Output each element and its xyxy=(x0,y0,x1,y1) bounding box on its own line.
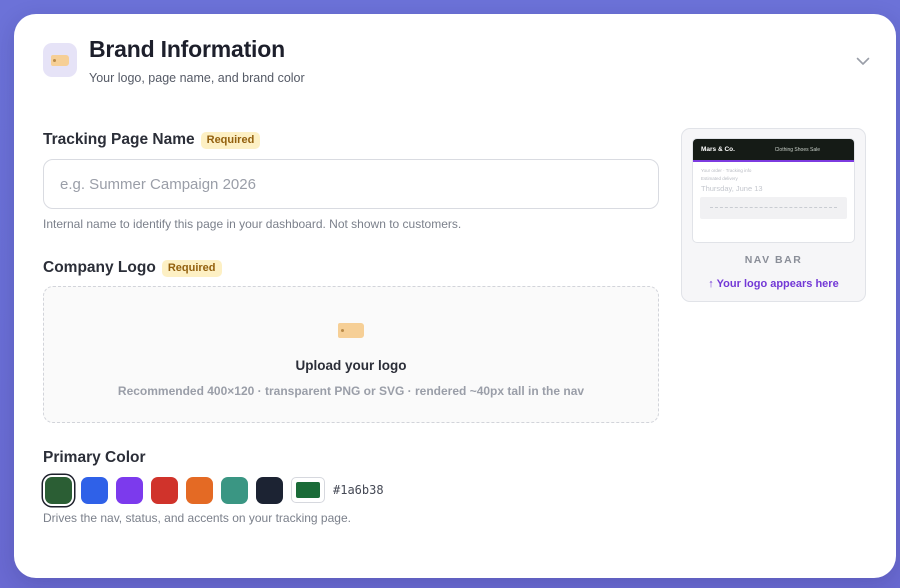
primary-color-help: Drives the nav, status, and accents on y… xyxy=(43,511,351,525)
preview-nav-bar: Mars & Co. Clothing Shoes Sale xyxy=(693,139,854,162)
chevron-down-icon[interactable] xyxy=(856,54,870,68)
logo-upload-dropzone[interactable]: Upload your logo Recommended 400×120 · t… xyxy=(43,286,659,423)
brand-information-card: Brand Information Your logo, page name, … xyxy=(14,14,896,578)
preview-nav-links: Clothing Shoes Sale xyxy=(774,146,820,153)
section-icon xyxy=(43,43,77,77)
company-logo-label-text: Company Logo xyxy=(43,259,156,276)
custom-color-fill xyxy=(296,482,320,498)
primary-color-label-text: Primary Color xyxy=(43,449,146,466)
preview-divider xyxy=(710,207,837,208)
required-badge: Required xyxy=(161,259,222,277)
tracking-name-label-text: Tracking Page Name xyxy=(43,131,195,148)
primary-color-label: Primary Color xyxy=(43,449,146,467)
color-swatch-navy[interactable] xyxy=(256,476,283,504)
preview-line: Estimated delivery xyxy=(701,176,738,181)
section-subtitle: Your logo, page name, and brand color xyxy=(89,71,305,85)
custom-color-picker[interactable] xyxy=(291,477,325,503)
color-swatch-red[interactable] xyxy=(151,476,178,504)
preview-block xyxy=(700,197,847,219)
preview-brand: Mars & Co. xyxy=(701,146,735,153)
preview-date: Thursday, June 13 xyxy=(701,184,763,193)
preview-hint: ↑ Your logo appears here xyxy=(708,278,839,290)
tracking-name-help: Internal name to identify this page in y… xyxy=(43,217,462,231)
nav-bar-preview: Mars & Co. Clothing Shoes Sale Your orde… xyxy=(681,128,866,302)
required-badge: Required xyxy=(200,131,261,149)
color-swatch-green[interactable] xyxy=(45,476,72,504)
tag-icon xyxy=(338,323,364,338)
color-swatch-teal[interactable] xyxy=(221,476,248,504)
upload-title: Upload your logo xyxy=(295,358,407,373)
color-swatch-blue[interactable] xyxy=(81,476,108,504)
section-title: Brand Information xyxy=(89,36,285,62)
color-swatch-orange[interactable] xyxy=(186,476,213,504)
color-swatch-purple[interactable] xyxy=(116,476,143,504)
preview-frame: Mars & Co. Clothing Shoes Sale Your orde… xyxy=(692,138,855,243)
preview-caption: NAV BAR xyxy=(744,254,803,266)
preview-line: Your order · Tracking info xyxy=(701,168,752,173)
color-swatch-row: #1a6b38 xyxy=(43,476,384,504)
hex-value: #1a6b38 xyxy=(333,483,384,497)
tracking-name-input[interactable] xyxy=(43,159,659,209)
upload-hint: Recommended 400×120 · transparent PNG or… xyxy=(117,384,585,398)
tracking-name-label: Tracking Page Name Required xyxy=(43,131,261,149)
company-logo-label: Company Logo Required xyxy=(43,259,222,277)
tag-icon xyxy=(51,54,69,66)
